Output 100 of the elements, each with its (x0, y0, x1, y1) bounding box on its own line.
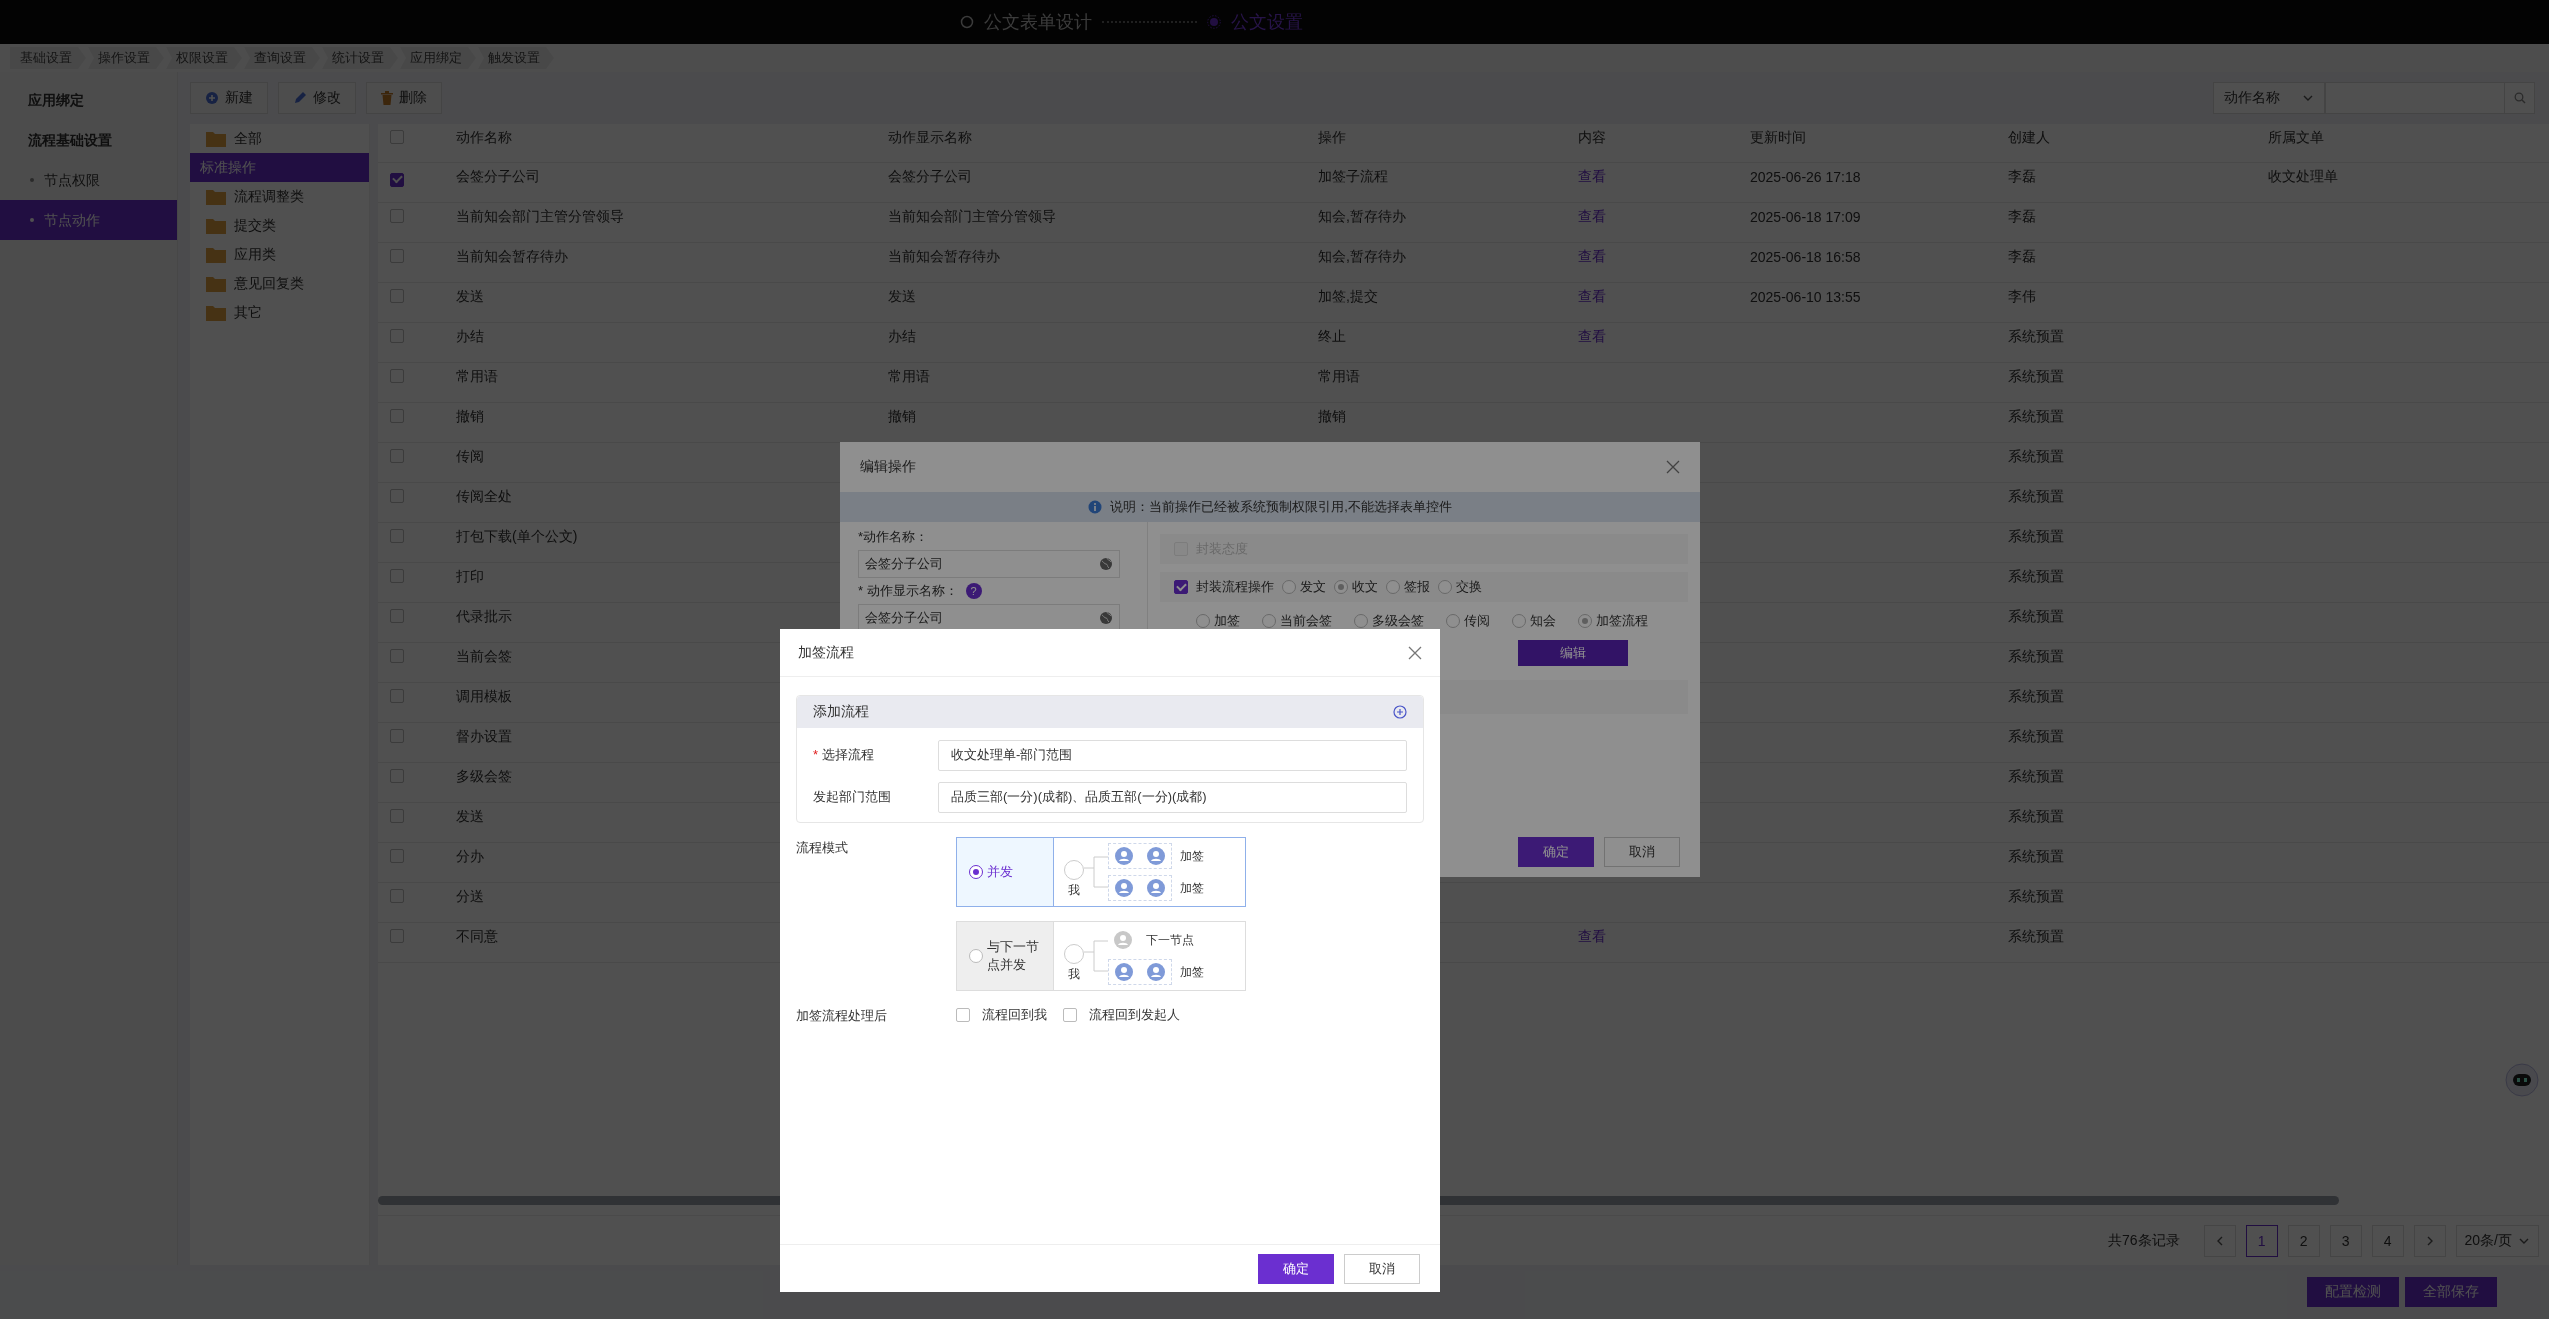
person-icon (1147, 847, 1165, 865)
next-page-button[interactable] (2413, 1224, 2446, 1257)
person-icon (1114, 931, 1132, 949)
page-button[interactable]: 3 (2329, 1224, 2362, 1257)
radio-button[interactable] (1354, 614, 1368, 628)
search-icon[interactable] (2513, 92, 2526, 104)
confirm-button[interactable]: 确定 (1518, 837, 1594, 867)
trash-icon[interactable] (381, 91, 393, 105)
person-icon (1147, 879, 1165, 897)
cancel-button[interactable]: 取消 (1344, 1253, 1420, 1284)
table-cell: 加签,提交 (1318, 288, 1378, 305)
table-cell: 李磊 (2008, 208, 2036, 225)
record-count: 共76条记录 (2107, 1231, 2180, 1250)
radio-button[interactable] (1196, 614, 1210, 628)
table-cell: 常用语 (456, 368, 498, 385)
mode-option-card[interactable]: 并发 我 加签 加签 (956, 837, 1246, 907)
globe-icon[interactable] (1099, 611, 1113, 625)
view-link[interactable]: 查看 (1578, 168, 1606, 185)
radio-button[interactable] (969, 865, 983, 879)
view-link[interactable]: 查看 (1578, 248, 1606, 265)
plus-circle-icon[interactable] (205, 91, 219, 105)
cancel-button[interactable]: 取消 (1604, 837, 1680, 867)
close-icon[interactable] (1408, 645, 1422, 660)
checkbox[interactable] (1063, 1008, 1077, 1022)
radio-button[interactable] (1282, 580, 1296, 594)
radio-button[interactable] (1438, 580, 1452, 594)
field-label: *动作名称： (858, 528, 929, 546)
delete-button[interactable]: 删除 (366, 82, 442, 114)
step-label[interactable]: 公文设置 (1231, 10, 1303, 34)
option-label: 与下一节点并发 (987, 937, 1040, 974)
view-link[interactable]: 查看 (1578, 208, 1606, 225)
radio-button[interactable] (1386, 580, 1400, 594)
new-button[interactable]: 新建 (190, 82, 268, 114)
radio-label: 传阅 (1464, 612, 1490, 630)
view-link[interactable]: 查看 (1578, 288, 1606, 305)
table-cell: 发送 (456, 288, 484, 305)
branch-label: 下一节点 (1146, 931, 1194, 949)
page-button[interactable]: 1 (2245, 1224, 2278, 1257)
person-icon (1115, 847, 1133, 865)
radio-button[interactable] (1262, 614, 1276, 628)
table-cell: 2025-06-18 16:58 (1750, 249, 1861, 266)
radio-button[interactable] (969, 949, 983, 963)
table-cell: 李磊 (2008, 248, 2036, 265)
page-button[interactable]: 4 (2371, 1224, 2404, 1257)
radio-label: 当前会签 (1280, 612, 1332, 630)
checkbox[interactable] (956, 1008, 970, 1022)
category-item[interactable]: 应用类 (190, 240, 369, 269)
sidebar-item[interactable]: 流程基础设置 (0, 120, 177, 160)
field-label: 流程模式 (796, 839, 849, 857)
category-item[interactable]: 流程调整类 (190, 182, 369, 211)
node-circle (1064, 943, 1084, 964)
help-icon[interactable]: ? (965, 583, 982, 599)
table-cell: 传阅 (456, 448, 484, 465)
category-item[interactable]: 全部 (190, 124, 369, 153)
page-button[interactable]: 2 (2287, 1224, 2320, 1257)
option-label: 并发 (987, 862, 1014, 881)
globe-icon[interactable] (1099, 557, 1113, 571)
radio-button[interactable] (1512, 614, 1526, 628)
category-item[interactable]: 其它 (190, 298, 369, 327)
text-field[interactable]: 会签分子公司 (858, 550, 1120, 578)
column-header: 动作名称 (456, 129, 513, 147)
category-item[interactable]: 提交类 (190, 211, 369, 240)
mode-option-card[interactable]: 与下一节点并发 我 下一节点 加签 (956, 921, 1246, 991)
radio-button[interactable] (1334, 580, 1348, 594)
edit-button[interactable]: 编辑 (1518, 640, 1628, 666)
row-checkbox[interactable] (390, 172, 404, 187)
confirm-button[interactable]: 确定 (1258, 1253, 1334, 1284)
checkbox[interactable] (1174, 580, 1188, 594)
table-cell: 代录批示 (456, 608, 512, 625)
text-field[interactable]: 品质三部(一分)(成都)、品质五部(一分)(成都) (938, 781, 1407, 813)
sidebar-item[interactable]: 应用绑定 (0, 80, 177, 120)
view-link[interactable]: 查看 (1578, 928, 1606, 945)
table-cell: 多级会签 (456, 768, 512, 785)
filter-dropdown[interactable]: 动作名称 (2213, 82, 2325, 114)
close-icon[interactable] (1666, 460, 1680, 474)
robot-icon[interactable] (2505, 1063, 2539, 1097)
add-icon[interactable] (1393, 705, 1407, 719)
node-label: 我 (1068, 965, 1080, 983)
table-cell: 系统预置 (2008, 848, 2064, 865)
view-link[interactable]: 查看 (1578, 328, 1606, 345)
column-header: 动作显示名称 (888, 129, 973, 147)
previous-page-button[interactable] (2203, 1224, 2236, 1257)
table-cell: 当前知会暂存待办 (456, 248, 568, 265)
table-cell: 系统预置 (2008, 808, 2064, 825)
table-cell: 传阅全处 (456, 488, 512, 505)
pencil-icon[interactable] (293, 91, 307, 105)
required-mark: * (813, 747, 819, 762)
search-field[interactable] (2325, 82, 2535, 114)
category-item[interactable]: 标准操作 (190, 153, 369, 182)
checkbox-label: 流程回到我 (982, 1006, 1047, 1024)
radio-button[interactable] (1578, 614, 1592, 628)
page-size-dropdown[interactable]: 20条/页 (2455, 1224, 2539, 1257)
field-label: 发起部门范围 (813, 789, 891, 804)
radio-button[interactable] (1446, 614, 1460, 628)
check-config-button[interactable]: 配置检测 (2307, 1277, 2399, 1307)
radio-label: 加签流程 (1596, 612, 1648, 630)
edit-button[interactable]: 修改 (278, 82, 356, 114)
text-field[interactable]: 收文处理单-部门范围 (938, 739, 1407, 771)
radio-label: 加签 (1214, 612, 1240, 630)
table-cell: 系统预置 (2008, 368, 2064, 385)
